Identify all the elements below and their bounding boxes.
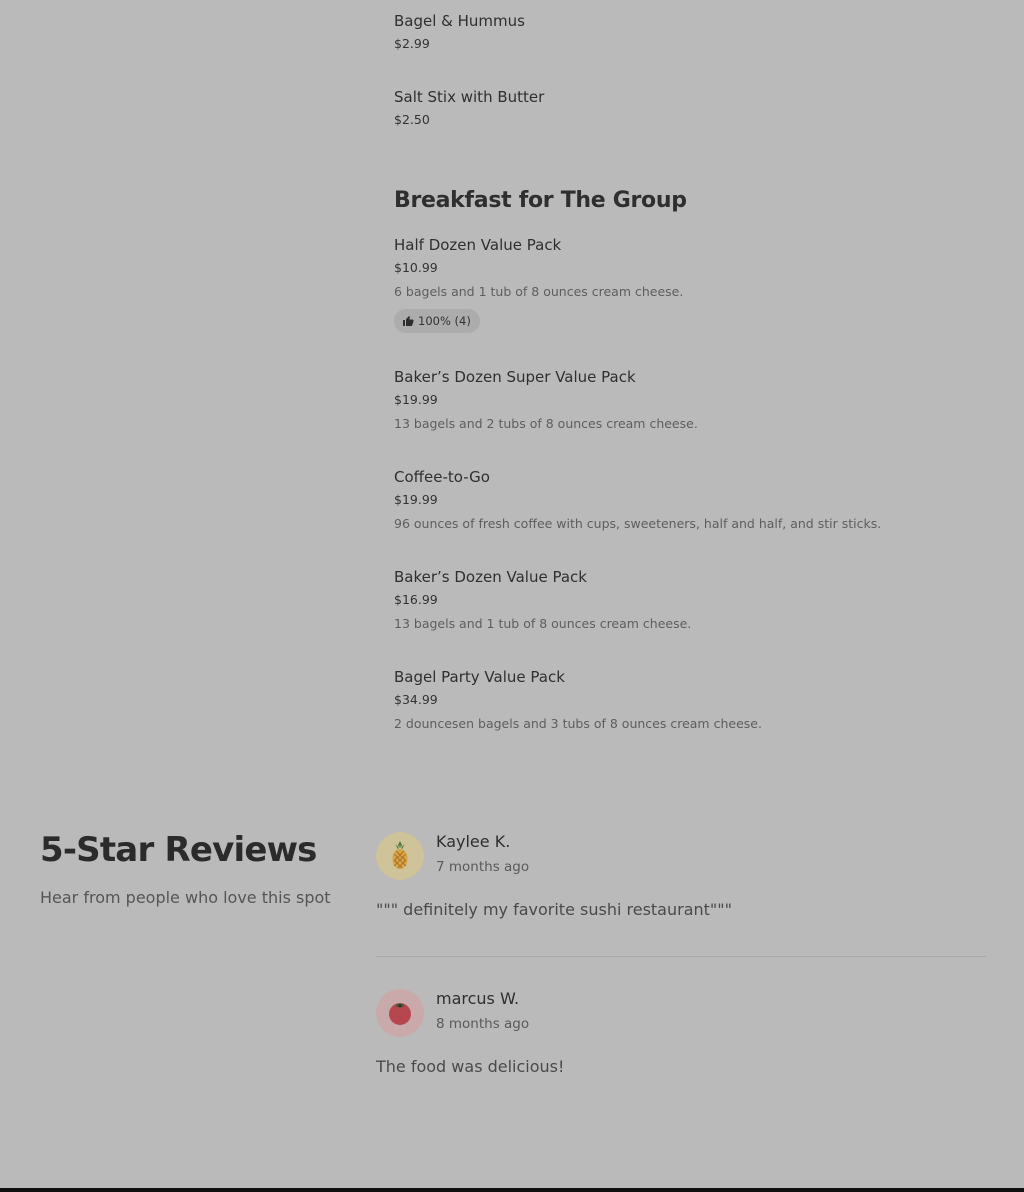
tomato-icon: [376, 989, 424, 1037]
rating-badge-text: 100% (4): [418, 314, 471, 328]
menu-item[interactable]: Salt Stix with Butter $2.50: [394, 87, 994, 128]
bottom-bar: [0, 1188, 1024, 1192]
reviews-subtitle: Hear from people who love this spot: [40, 888, 331, 907]
review-text: The food was delicious!: [376, 1057, 565, 1076]
avatar: [376, 989, 424, 1037]
menu-item[interactable]: Half Dozen Value Pack $10.99 6 bagels an…: [394, 235, 994, 333]
menu-item[interactable]: Baker’s Dozen Value Pack $16.99 13 bagel…: [394, 567, 994, 632]
menu-item-name: Baker’s Dozen Value Pack: [394, 568, 587, 586]
menu-item-name: Half Dozen Value Pack: [394, 236, 562, 254]
avatar: [376, 832, 424, 880]
menu-item-price: $10.99: [394, 260, 438, 275]
menu-item-description: 13 bagels and 2 tubs of 8 ounces cream c…: [394, 416, 698, 431]
menu-item-price: $16.99: [394, 592, 438, 607]
menu-item[interactable]: Coffee-to-Go $19.99 96 ounces of fresh c…: [394, 467, 994, 532]
menu-item-price: $34.99: [394, 692, 438, 707]
menu-item[interactable]: Bagel & Hummus $2.99: [394, 11, 994, 52]
review-text: """ definitely my favorite sushi restaur…: [376, 900, 732, 919]
review-time: 7 months ago: [436, 859, 530, 875]
menu-item-price: $19.99: [394, 492, 438, 507]
thumbs-up-icon: [403, 316, 414, 326]
menu-item[interactable]: Baker’s Dozen Super Value Pack $19.99 13…: [394, 367, 994, 432]
menu-item-description: 13 bagels and 1 tub of 8 ounces cream ch…: [394, 616, 692, 631]
review-divider: [376, 956, 986, 957]
menu-item-name: Baker’s Dozen Super Value Pack: [394, 368, 636, 386]
menu-item[interactable]: Bagel Party Value Pack $34.99 2 douncese…: [394, 667, 994, 732]
menu-item-name: Bagel & Hummus: [394, 12, 525, 30]
reviewer-name: Kaylee K.: [436, 832, 511, 851]
menu-item-description: 96 ounces of fresh coffee with cups, swe…: [394, 516, 882, 531]
reviews-title: 5-Star Reviews: [40, 830, 317, 870]
reviewer-name: marcus W.: [436, 989, 520, 1008]
menu-item-description: 6 bagels and 1 tub of 8 ounces cream che…: [394, 284, 684, 299]
menu-item-name: Salt Stix with Butter: [394, 88, 545, 106]
menu-item-name: Bagel Party Value Pack: [394, 668, 565, 686]
section-title: Breakfast for The Group: [394, 188, 687, 213]
menu-item-price: $19.99: [394, 392, 438, 407]
review-time: 8 months ago: [436, 1016, 530, 1032]
menu-item-price: $2.50: [394, 112, 430, 127]
menu-item-name: Coffee-to-Go: [394, 468, 490, 486]
rating-badge: 100% (4): [394, 309, 480, 333]
pineapple-icon: [376, 832, 424, 880]
menu-item-price: $2.99: [394, 36, 430, 51]
menu-item-description: 2 douncesen bagels and 3 tubs of 8 ounce…: [394, 716, 762, 731]
